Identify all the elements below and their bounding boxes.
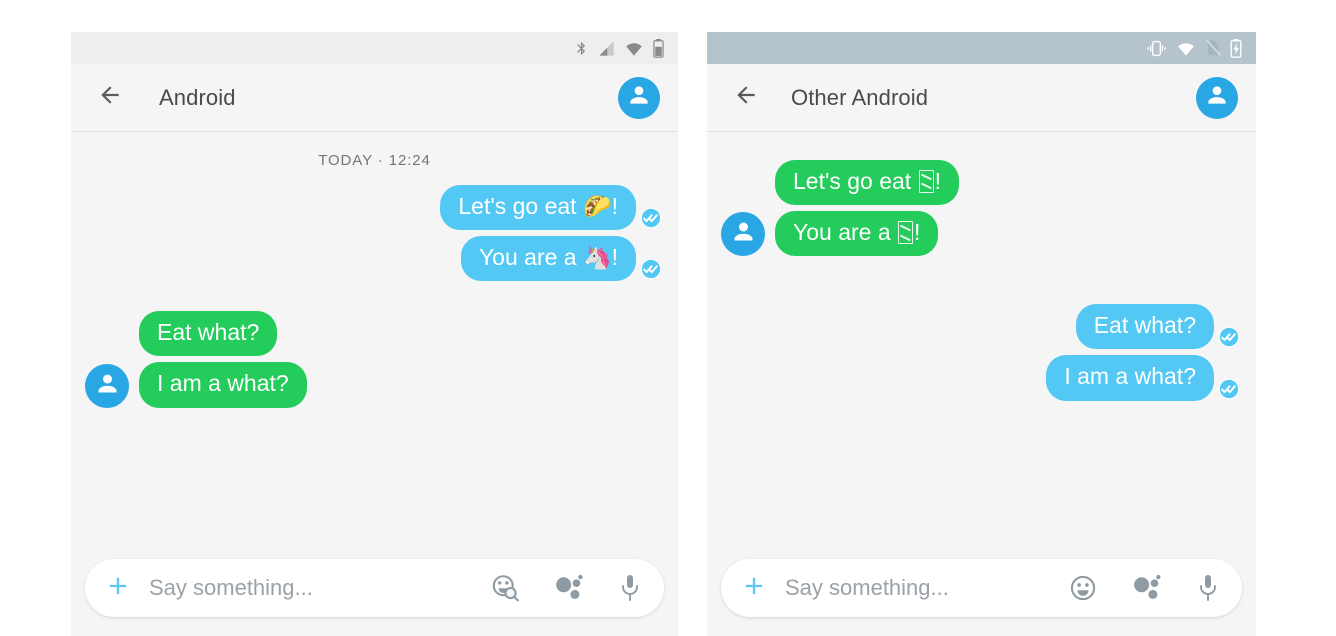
contact-avatar-icon: [730, 218, 757, 250]
phone-panel-right: Other Android Let's go eat ! You are a !…: [707, 32, 1256, 636]
sender-avatar[interactable]: [85, 363, 129, 408]
add-attachment-button-left[interactable]: [103, 573, 133, 603]
screenshot-stage: Android TODAY · 12:24 Let's go eat 🌮! Yo…: [0, 0, 1336, 636]
message-bubble-outgoing[interactable]: Let's go eat 🌮!: [440, 185, 636, 231]
emoji-icon[interactable]: [1068, 573, 1098, 603]
emoji-search-icon[interactable]: [490, 573, 520, 603]
no-sim-icon: [1205, 39, 1221, 57]
sender-avatar-spacer: [85, 312, 129, 356]
back-arrow-icon: [733, 82, 759, 113]
back-button-right[interactable]: [729, 81, 763, 115]
message-row: Let's go eat 🌮!: [85, 185, 664, 231]
contact-avatar-left[interactable]: [618, 76, 660, 119]
sender-avatar[interactable]: [721, 212, 765, 257]
microphone-icon[interactable]: [618, 573, 642, 603]
message-bubble-incoming[interactable]: I am a what?: [139, 362, 307, 408]
delivered-check-icon: [640, 258, 662, 280]
wifi-icon: [624, 40, 644, 57]
message-thread-left: TODAY · 12:24 Let's go eat 🌮! You are a …: [71, 132, 678, 550]
composer-icons-right: [1068, 573, 1220, 603]
message-bubble-outgoing[interactable]: You are a 🦄!: [460, 236, 636, 282]
message-bubble-incoming[interactable]: Eat what?: [139, 311, 278, 357]
assistant-dots-icon[interactable]: [554, 574, 584, 602]
conversation-title-left: Android: [159, 84, 236, 110]
message-row: You are a !: [721, 211, 1242, 257]
delivered-check-icon: [640, 207, 662, 229]
vibrate-icon: [1146, 40, 1167, 57]
missing-glyph-icon: [898, 221, 914, 245]
contact-avatar-icon: [94, 370, 121, 402]
app-bar-left: Android: [71, 64, 678, 132]
delivered-check-icon: [1218, 326, 1240, 348]
message-bubble-outgoing[interactable]: I am a what?: [1046, 355, 1214, 401]
message-bubble-outgoing[interactable]: Eat what?: [1075, 304, 1214, 350]
microphone-icon[interactable]: [1196, 573, 1220, 603]
message-row: I am a what?: [721, 355, 1242, 401]
status-bar-right: [707, 32, 1256, 64]
message-input-right[interactable]: Say something...: [785, 575, 1058, 601]
composer-wrap-left: Say something...: [71, 550, 678, 636]
message-row: I am a what?: [85, 362, 664, 408]
wifi-icon: [1176, 40, 1196, 57]
missing-glyph-icon: [918, 170, 934, 193]
message-text-before: Let's go eat: [793, 168, 918, 194]
phone-panel-left: Android TODAY · 12:24 Let's go eat 🌮! Yo…: [71, 32, 678, 636]
composer-left[interactable]: Say something...: [85, 559, 664, 617]
message-row: Eat what?: [85, 311, 664, 357]
app-bar-right: Other Android: [707, 64, 1256, 132]
message-text-before: You are a: [793, 219, 898, 246]
contact-avatar-right[interactable]: [1196, 76, 1238, 119]
composer-right[interactable]: Say something...: [721, 559, 1242, 617]
add-attachment-button-right[interactable]: [739, 573, 769, 603]
sender-avatar-spacer: [721, 161, 765, 205]
delivered-check-icon: [1218, 378, 1240, 400]
message-bubble-incoming[interactable]: Let's go eat !: [775, 160, 959, 206]
message-row: Let's go eat !: [721, 160, 1242, 206]
composer-wrap-right: Say something...: [707, 550, 1256, 636]
message-thread-right: Let's go eat ! You are a ! Eat what? I a…: [707, 132, 1256, 550]
conversation-title-right: Other Android: [791, 84, 929, 110]
message-input-left[interactable]: Say something...: [149, 575, 480, 601]
sender-avatar-slot: [85, 363, 129, 408]
bluetooth-icon: [574, 40, 589, 57]
composer-icons-left: [490, 573, 642, 603]
sender-avatar-slot: [721, 212, 765, 257]
assistant-dots-icon[interactable]: [1132, 574, 1162, 602]
back-button-left[interactable]: [93, 81, 127, 115]
contact-avatar-icon: [626, 82, 652, 113]
plus-icon: [104, 572, 132, 605]
message-text-after: !: [934, 168, 941, 194]
cell-signal-icon: [598, 40, 615, 57]
message-row: Eat what?: [721, 304, 1242, 350]
contact-avatar-icon: [1204, 82, 1230, 113]
status-bar-left: [71, 32, 678, 64]
message-row: You are a 🦄!: [85, 236, 664, 282]
message-bubble-incoming[interactable]: You are a !: [775, 211, 939, 257]
battery-icon: [653, 38, 664, 58]
plus-icon: [740, 572, 768, 605]
battery-charging-icon: [1230, 38, 1242, 58]
day-divider-left: TODAY · 12:24: [318, 152, 431, 169]
back-arrow-icon: [97, 82, 123, 113]
message-text-after: !: [914, 219, 921, 246]
